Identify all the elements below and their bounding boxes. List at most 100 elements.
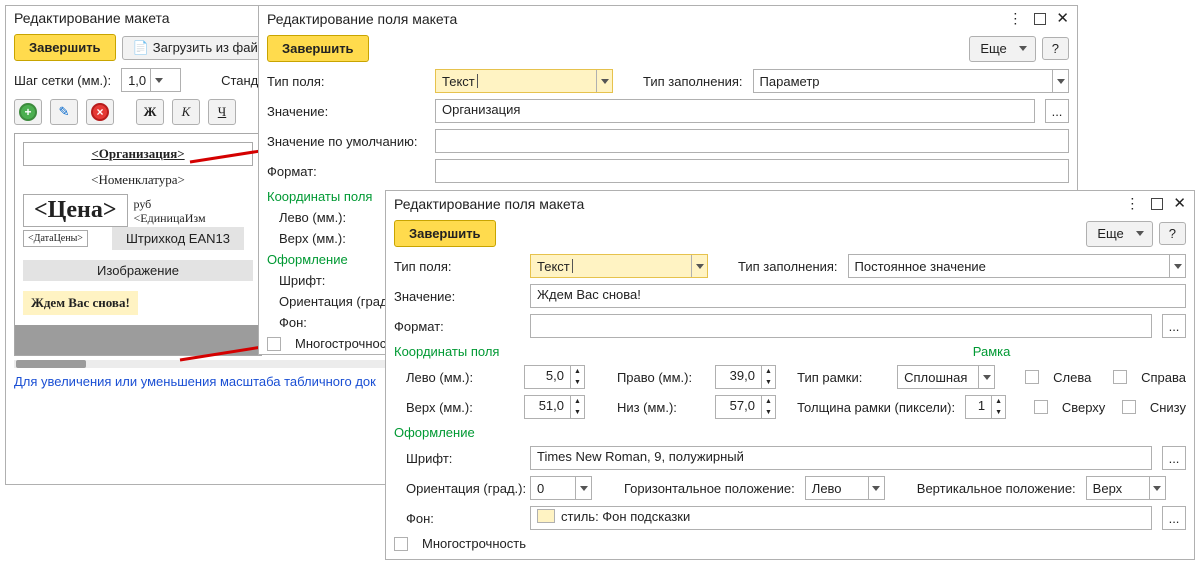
d2-top-label: Верх (мм.): [394,400,514,415]
frame-width-stepper[interactable]: 1▲▼ [965,395,1006,419]
folder-icon: 📄 [133,40,149,56]
menu-icon[interactable]: ⋮ [1125,195,1141,212]
grid-step-select[interactable]: 1,0 [121,68,181,92]
frame-type-select[interactable]: Сплошная [897,365,995,389]
add-button[interactable]: + [14,99,42,125]
up-icon[interactable]: ▲ [762,366,775,377]
ellipsis-button[interactable]: ... [1162,314,1186,338]
d2-right-stepper[interactable]: 39,0▲▼ [715,365,776,389]
down-icon[interactable]: ▼ [992,407,1005,418]
format-label: Формат: [267,164,425,179]
ellipsis-button[interactable]: ... [1162,446,1186,470]
finish-button[interactable]: Завершить [14,34,116,61]
placeholder-nomenclature[interactable]: <Номенклатура> [23,166,253,194]
side-bottom-checkbox[interactable] [1122,400,1136,414]
d2-field-type-select[interactable]: Текст [530,254,708,278]
italic-button[interactable]: К [172,99,200,125]
dlg1-help-button[interactable]: ? [1042,37,1069,60]
dlg2-help-button[interactable]: ? [1159,222,1186,245]
fill-type-select[interactable]: Параметр [753,69,1069,93]
chevron-down-icon [596,70,612,92]
side-left-checkbox[interactable] [1025,370,1039,384]
up-icon[interactable]: ▲ [762,396,775,407]
format-input[interactable] [435,159,1069,183]
dlg2-finish-button[interactable]: Завершить [394,220,496,247]
halign-label: Горизонтальное положение: [624,481,795,496]
menu-icon[interactable]: ⋮ [1008,10,1024,27]
plus-icon: + [19,103,37,121]
d2-font-input[interactable]: Times New Roman, 9, полужирный [530,446,1152,470]
chevron-down-icon [1132,223,1148,245]
maximize-icon[interactable] [1151,198,1163,210]
d2-bottom-label: Низ (мм.): [617,400,705,415]
down-icon[interactable]: ▼ [762,377,775,388]
up-icon[interactable]: ▲ [992,396,1005,407]
ellipsis-button[interactable]: ... [1045,99,1069,123]
wait-again-text[interactable]: Ждем Вас снова! [23,291,138,315]
placeholder-price[interactable]: <Цена> [23,194,128,227]
d2-fill-type-select[interactable]: Постоянное значение [848,254,1186,278]
grid-step-label: Шаг сетки (мм.): [14,73,111,88]
d2-coords-section: Координаты поля [386,341,789,362]
value-input[interactable]: Организация [435,99,1035,123]
close-icon[interactable]: ✕ [1173,198,1186,210]
d2-multiline-checkbox[interactable] [394,537,408,551]
d2-left-label: Лево (мм.): [394,370,514,385]
dlg1-more-button[interactable]: Еще [969,36,1035,62]
scroll-thumb[interactable] [16,360,86,368]
valign-select[interactable]: Верх [1086,476,1166,500]
close-icon[interactable]: ✕ [1056,13,1069,25]
d2-bg-label: Фон: [394,511,520,526]
down-icon[interactable]: ▼ [762,407,775,418]
dlg1-finish-button[interactable]: Завершить [267,35,369,62]
ellipsis-button[interactable]: ... [1162,506,1186,530]
default-value-input[interactable] [435,129,1069,153]
multiline-label: Многострочнос [295,336,386,351]
bold-button[interactable]: Ж [136,99,164,125]
side-top-checkbox[interactable] [1034,400,1048,414]
down-icon[interactable]: ▼ [571,407,584,418]
placeholder-organization[interactable]: <Организация> [23,142,253,166]
d2-value-input[interactable]: Ждем Вас снова! [530,284,1186,308]
chevron-down-icon [868,477,884,499]
chevron-down-icon [978,366,994,388]
up-icon[interactable]: ▲ [571,396,584,407]
placeholder-unit[interactable]: <ЕдиницаИзм [134,211,206,225]
x-icon: × [91,103,109,121]
chevron-down-icon [1052,70,1068,92]
field-type-select[interactable]: Текст [435,69,613,93]
d2-top-stepper[interactable]: 51,0▲▼ [524,395,585,419]
edit-button[interactable]: ✎ [50,99,78,125]
dialog1-title: Редактирование поля макета [267,11,1008,27]
layout-canvas[interactable]: <Организация> <Номенклатура> <Цена> руб … [14,133,262,356]
chevron-down-icon [150,69,166,91]
text-cursor [572,259,573,273]
barcode-widget[interactable]: Штрихкод EAN13 [112,227,244,250]
rub-label: руб [134,197,206,211]
d2-left-stepper[interactable]: 5,0▲▼ [524,365,585,389]
image-widget[interactable]: Изображение [23,260,253,281]
d2-decor-section: Оформление [386,422,1194,443]
side-right-checkbox[interactable] [1113,370,1127,384]
d2-orient-select[interactable]: 0 [530,476,592,500]
frame-width-label: Толщина рамки (пиксели): [797,400,955,415]
multiline-checkbox[interactable] [267,337,281,351]
up-icon[interactable]: ▲ [571,366,584,377]
d2-bottom-stepper[interactable]: 57,0▲▼ [715,395,776,419]
d2-field-type-label: Тип поля: [394,259,520,274]
chevron-down-icon [691,255,707,277]
underline-button[interactable]: Ч [208,99,236,125]
color-swatch [537,509,555,523]
load-from-file-button[interactable]: 📄Загрузить из фай [122,36,269,60]
down-icon[interactable]: ▼ [571,377,584,388]
d2-bg-input[interactable]: стиль: Фон подсказки [530,506,1152,530]
chevron-down-icon [575,477,591,499]
dlg2-more-button[interactable]: Еще [1086,221,1152,247]
halign-select[interactable]: Лево [805,476,885,500]
placeholder-price-date[interactable]: <ДатаЦены> [23,230,88,247]
maximize-icon[interactable] [1034,13,1046,25]
d2-format-input[interactable] [530,314,1152,338]
chevron-down-icon [1149,477,1165,499]
field-editor-dialog-2: Редактирование поля макета ⋮ ✕ Завершить… [385,190,1195,560]
delete-button[interactable]: × [86,99,114,125]
